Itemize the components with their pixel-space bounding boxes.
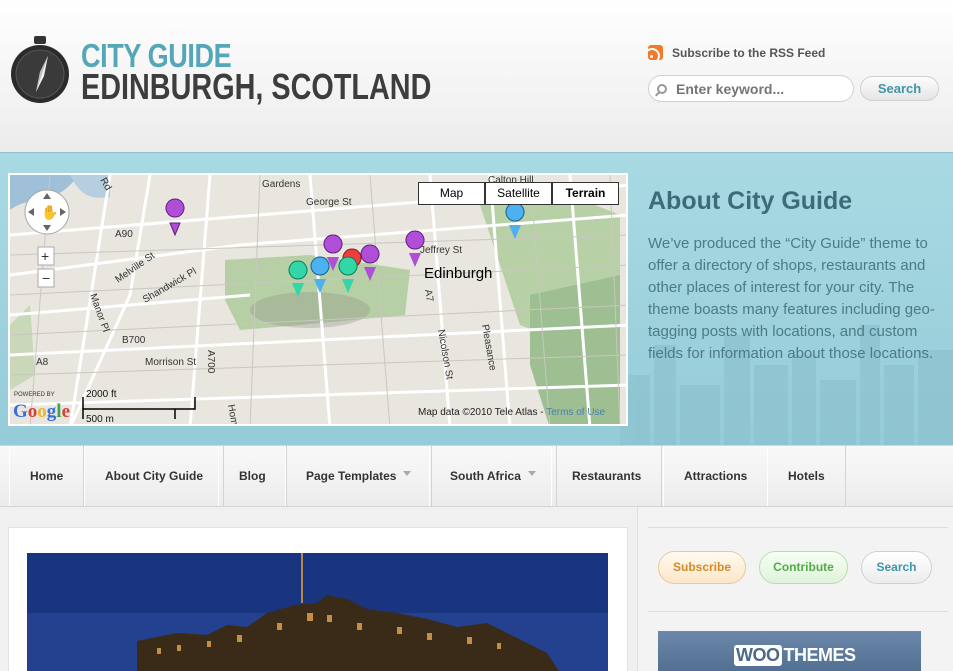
search-field[interactable] bbox=[648, 75, 854, 102]
map-marker-blue bbox=[505, 202, 525, 222]
sidebar-divider bbox=[648, 611, 948, 612]
sidebar-divider bbox=[648, 527, 948, 528]
woo-themes-label: THEMES bbox=[783, 645, 857, 665]
site-header: CITY GUIDE EDINBURGH, SCOTLAND Subscribe… bbox=[0, 0, 953, 152]
map-scale-ft: 2000 ft bbox=[86, 389, 117, 400]
map-marker-purple bbox=[405, 230, 425, 250]
main-content bbox=[8, 527, 628, 671]
featured-castle-photo[interactable] bbox=[27, 553, 608, 671]
woothemes-ad-banner[interactable]: WOO THEMES bbox=[658, 631, 921, 671]
map-terms-link[interactable]: Terms of Use bbox=[546, 407, 605, 418]
nav-item-label: Page Templates bbox=[306, 469, 397, 483]
nav-item-page-templates[interactable]: Page Templates bbox=[285, 446, 433, 506]
subscribe-button[interactable]: Subscribe bbox=[658, 551, 746, 584]
site-subtitle[interactable]: EDINBURGH, SCOTLAND bbox=[81, 66, 431, 108]
map-street-label: A7 bbox=[422, 289, 435, 303]
rss-icon[interactable] bbox=[648, 45, 663, 60]
search-input[interactable] bbox=[676, 80, 846, 97]
map-scale-m: 500 m bbox=[86, 414, 114, 425]
nav-item-blog[interactable]: Blog bbox=[218, 446, 287, 506]
nav-item-hotels[interactable]: Hotels bbox=[767, 446, 846, 506]
svg-text:+: + bbox=[41, 248, 49, 264]
map-street-label: Gardens bbox=[262, 179, 300, 190]
rss-subscribe-link[interactable]: Subscribe to the RSS Feed bbox=[648, 45, 825, 60]
rss-label[interactable]: Subscribe to the RSS Feed bbox=[672, 46, 825, 60]
map-marker-teal bbox=[338, 256, 358, 276]
map-street-label: A700 bbox=[205, 350, 216, 374]
nav-item-about-city-guide[interactable]: About City Guide bbox=[84, 446, 224, 506]
nav-item-label: South Africa bbox=[450, 469, 521, 483]
nav-item-label: Hotels bbox=[788, 469, 825, 483]
svg-text:−: − bbox=[42, 270, 50, 286]
map-powered-by: POWERED BY bbox=[14, 392, 55, 398]
about-title: About City Guide bbox=[648, 187, 853, 215]
google-logo[interactable]: Google bbox=[13, 401, 70, 423]
sidebar-search-button[interactable]: Search bbox=[861, 551, 932, 584]
svg-text:✋: ✋ bbox=[41, 204, 58, 220]
chevron-down-icon bbox=[403, 471, 412, 477]
about-text: We’ve produced the “City Guide” theme to… bbox=[648, 235, 935, 362]
nav-item-label: About City Guide bbox=[105, 469, 203, 483]
map-pan-control[interactable]: ✋ bbox=[24, 189, 70, 235]
nav-item-home[interactable]: Home bbox=[9, 446, 85, 506]
map-type-satellite-button[interactable]: Satellite bbox=[485, 182, 552, 205]
map-marker-teal bbox=[288, 260, 308, 280]
map-type-terrain-button[interactable]: Terrain bbox=[552, 182, 619, 205]
search-button[interactable]: Search bbox=[860, 76, 939, 101]
nav-item-label: Blog bbox=[239, 469, 266, 483]
woo-badge: WOO bbox=[734, 645, 782, 666]
map-street-label: A90 bbox=[115, 229, 133, 240]
nav-item-restaurants[interactable]: Restaurants bbox=[551, 446, 663, 506]
sidebar: Subscribe Contribute Search WOO THEMES bbox=[637, 507, 953, 671]
woothemes-logo: WOO THEMES bbox=[734, 645, 856, 666]
map-marker-purple bbox=[323, 234, 343, 254]
featured-banner: Gardens George St Calton Hill Jeffrey St… bbox=[0, 152, 953, 445]
location-map[interactable]: Gardens George St Calton Hill Jeffrey St… bbox=[8, 173, 628, 426]
map-type-map-button[interactable]: Map bbox=[418, 182, 485, 205]
map-marker-blue bbox=[310, 256, 330, 276]
map-city-label: Edinburgh bbox=[424, 265, 493, 282]
map-credit-text: Map data ©2010 Tele Atlas - bbox=[418, 407, 547, 418]
chevron-down-icon bbox=[527, 471, 536, 477]
compass-logo-icon[interactable] bbox=[10, 36, 70, 104]
nav-item-label: Restaurants bbox=[572, 469, 642, 483]
nav-item-attractions[interactable]: Attractions bbox=[663, 446, 769, 506]
nav-item-label: Home bbox=[30, 469, 64, 483]
contribute-button[interactable]: Contribute bbox=[759, 551, 848, 584]
nav-item-south-africa[interactable]: South Africa bbox=[429, 446, 557, 506]
map-credit: Map data ©2010 Tele Atlas - Terms of Use bbox=[418, 407, 605, 418]
nav-item-label: Attractions bbox=[684, 469, 748, 483]
map-street-label: George St bbox=[306, 197, 352, 208]
map-street-label: Jeffrey St bbox=[420, 245, 462, 256]
map-type-control[interactable]: Map Satellite Terrain bbox=[418, 182, 619, 205]
search-icon bbox=[657, 83, 667, 94]
map-street-label: B700 bbox=[122, 335, 146, 346]
map-street-label: Morrison St bbox=[145, 357, 196, 368]
main-navigation: Home About City Guide Blog Page Template… bbox=[0, 445, 953, 507]
map-marker-purple bbox=[360, 244, 380, 264]
map-street-label: A8 bbox=[36, 357, 49, 368]
